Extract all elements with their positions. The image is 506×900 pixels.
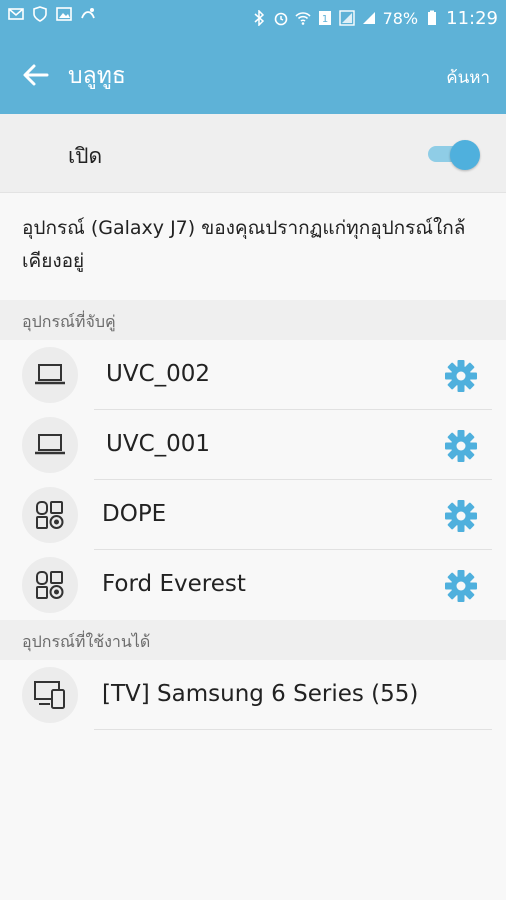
device-avatar (22, 417, 78, 473)
audio-device-icon (36, 571, 64, 599)
row-divider (94, 729, 492, 730)
bluetooth-icon (254, 10, 264, 26)
paired-device-row[interactable]: DOPE (0, 480, 506, 550)
device-avatar (22, 487, 78, 543)
gear-icon[interactable] (444, 499, 478, 533)
device-avatar (22, 347, 78, 403)
toggle-label: เปิด (68, 144, 103, 168)
gear-icon[interactable] (444, 359, 478, 393)
alarm-icon (274, 12, 287, 26)
wifi-icon (294, 12, 311, 25)
available-device-row[interactable]: [TV] Samsung 6 Series (55) (0, 660, 506, 730)
device-name: [TV] Samsung 6 Series (55) (102, 681, 419, 707)
system-icons: 1 78% 11:29 (251, 0, 498, 36)
paired-device-row[interactable]: UVC_001 (0, 410, 506, 480)
device-name: UVC_002 (106, 361, 211, 387)
visibility-description: อุปกรณ์ (Galaxy J7) ของคุณปรากฏแก่ทุกอุป… (22, 217, 466, 272)
battery-percent: 78% (382, 8, 419, 28)
battery-icon (428, 10, 437, 25)
paired-devices-header: อุปกรณ์ที่จับคู่ (0, 300, 506, 340)
gear-icon[interactable] (444, 569, 478, 603)
device-avatar (22, 557, 78, 613)
app-notification-icon (81, 8, 95, 19)
page-title: บลูทูธ (68, 63, 126, 89)
status-bar: 1 78% 11:29 (0, 0, 506, 36)
device-avatar (22, 667, 78, 723)
laptop-icon (35, 364, 65, 385)
notification-icons (8, 6, 96, 22)
section-title: อุปกรณ์ที่จับคู่ (22, 312, 116, 331)
bluetooth-toggle-row[interactable]: เปิด (0, 114, 506, 193)
search-button[interactable]: ค้นหา (446, 64, 490, 91)
sim-icon: 1 (318, 11, 331, 25)
mail-icon (8, 8, 24, 20)
paired-device-row[interactable]: UVC_002 (0, 340, 506, 410)
image-icon (56, 7, 72, 21)
section-title: อุปกรณ์ที่ใช้งานได้ (22, 632, 151, 651)
available-devices-header: อุปกรณ์ที่ใช้งานได้ (0, 620, 506, 660)
svg-text:1: 1 (321, 14, 327, 25)
laptop-icon (35, 434, 65, 455)
device-name: Ford Everest (102, 571, 246, 597)
switch-knob (450, 140, 480, 170)
device-name: UVC_001 (106, 431, 211, 457)
shield-icon (33, 6, 47, 22)
app-bar: บลูทูธ ค้นหา (0, 36, 506, 114)
back-arrow-icon[interactable] (20, 60, 50, 90)
signal-strength-icon (362, 12, 375, 24)
clock: 11:29 (446, 7, 498, 29)
signal-icon (338, 10, 355, 26)
gear-icon[interactable] (444, 429, 478, 463)
multi-device-icon (34, 681, 65, 709)
paired-device-row[interactable]: Ford Everest (0, 550, 506, 620)
device-name: DOPE (102, 501, 167, 527)
bluetooth-switch[interactable] (428, 140, 482, 170)
audio-device-icon (36, 501, 64, 529)
